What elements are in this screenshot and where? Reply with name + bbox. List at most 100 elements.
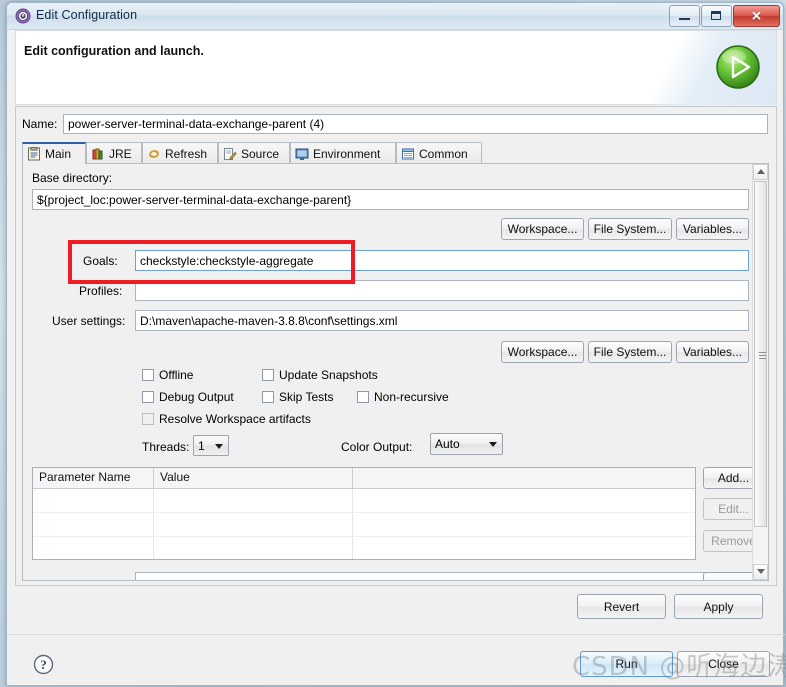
- checkbox-update-snapshots[interactable]: Update Snapshots: [262, 368, 378, 382]
- table-cell[interactable]: [33, 489, 154, 513]
- threads-label: Threads:: [142, 440, 190, 454]
- tab-common-label: Common: [419, 146, 468, 161]
- table-cell[interactable]: [353, 513, 695, 537]
- tab-environment[interactable]: Environment: [290, 142, 396, 164]
- clipped-next-field[interactable]: [135, 572, 749, 580]
- tab-jre-label: JRE: [109, 146, 132, 161]
- scrollbar-grip: [759, 358, 766, 359]
- name-label: Name:: [22, 117, 58, 131]
- tab-main[interactable]: Main: [22, 142, 86, 164]
- table-cell[interactable]: [154, 489, 353, 513]
- scroll-up-arrow-icon: [757, 169, 765, 174]
- minimize-button[interactable]: [669, 5, 700, 27]
- color-output-chevron-down-icon: [489, 442, 497, 447]
- resolve-workspace-artifacts-checkbox-box: [142, 413, 154, 425]
- goals-input[interactable]: checkstyle:checkstyle-aggregate: [135, 250, 749, 271]
- table-cell[interactable]: [33, 513, 154, 537]
- profiles-input[interactable]: [135, 280, 749, 301]
- window-controls: ✕: [668, 5, 780, 27]
- tab-common[interactable]: Common: [396, 142, 482, 164]
- close-window-button[interactable]: ✕: [733, 5, 780, 27]
- threads-combo[interactable]: 1: [193, 435, 229, 456]
- column-header-value[interactable]: Value: [154, 468, 353, 488]
- close-button[interactable]: Close: [677, 651, 770, 677]
- checkbox-resolve-workspace-artifacts[interactable]: Resolve Workspace artifacts: [142, 412, 311, 426]
- base-dir-variables-button[interactable]: Variables...: [676, 218, 749, 240]
- maximize-button[interactable]: [701, 5, 732, 27]
- tab-bar: Main JRE Refresh Source Environment Comm…: [22, 142, 769, 165]
- profiles-label: Profiles:: [79, 284, 123, 298]
- table-header-row: Parameter Name Value: [33, 468, 695, 489]
- column-header-parameter-name[interactable]: Parameter Name: [33, 468, 154, 488]
- user-settings-filesystem-button[interactable]: File System...: [588, 341, 672, 363]
- configuration-body: Name: power-server-terminal-data-exchang…: [15, 106, 777, 586]
- offline-checkbox-box: [142, 369, 154, 381]
- run-button[interactable]: Run: [580, 651, 673, 677]
- footer-separator: [7, 634, 785, 635]
- user-settings-label: User settings:: [52, 314, 126, 328]
- table-cell[interactable]: [33, 537, 154, 559]
- table-cell[interactable]: [154, 513, 353, 537]
- base-dir-workspace-button[interactable]: Workspace...: [501, 218, 584, 240]
- threads-combo-value: 1: [198, 438, 205, 453]
- scroll-up-button[interactable]: [753, 164, 768, 180]
- checkbox-skip-tests[interactable]: Skip Tests: [262, 390, 333, 404]
- maximize-icon: [711, 11, 721, 20]
- chevron-down-icon: [215, 443, 223, 449]
- tab-jre[interactable]: JRE: [86, 142, 142, 164]
- main-tab-scrollbar[interactable]: [752, 164, 768, 580]
- checkbox-non-recursive-label: Non-recursive: [374, 390, 449, 404]
- tab-source-label: Source: [241, 146, 280, 161]
- header-banner: Edit configuration and launch.: [15, 30, 777, 105]
- refresh-arrows-icon: [147, 147, 161, 161]
- base-directory-input[interactable]: ${project_loc:power-server-terminal-data…: [32, 189, 749, 210]
- help-question-icon[interactable]: ?: [33, 654, 54, 675]
- name-input[interactable]: power-server-terminal-data-exchange-pare…: [63, 114, 768, 134]
- non-recursive-checkbox-box: [357, 391, 369, 403]
- user-settings-workspace-button[interactable]: Workspace...: [501, 341, 584, 363]
- column-header-extra[interactable]: [353, 468, 695, 488]
- table-row[interactable]: [33, 513, 695, 537]
- checkbox-offline-label: Offline: [159, 368, 194, 382]
- tab-source[interactable]: Source: [218, 142, 290, 164]
- minimize-icon: [679, 18, 690, 20]
- scrollbar-grip: [759, 352, 766, 353]
- tab-refresh[interactable]: Refresh: [142, 142, 218, 164]
- debug-output-checkbox-box: [142, 391, 154, 403]
- window-title: Edit Configuration: [36, 8, 138, 22]
- table-cell[interactable]: [353, 489, 695, 513]
- checkbox-skip-tests-label: Skip Tests: [279, 390, 334, 404]
- color-output-combo[interactable]: Auto: [430, 433, 503, 455]
- table-row[interactable]: [33, 489, 695, 513]
- user-settings-variables-button[interactable]: Variables...: [676, 341, 749, 363]
- table-row[interactable]: [33, 537, 695, 559]
- tab-main-label: Main: [45, 147, 72, 161]
- checkbox-offline[interactable]: Offline: [142, 368, 193, 382]
- base-dir-filesystem-button[interactable]: File System...: [588, 218, 672, 240]
- apply-button[interactable]: Apply: [674, 594, 763, 619]
- tab-strip-filler: [482, 142, 769, 165]
- revert-button[interactable]: Revert: [577, 594, 666, 619]
- jre-books-icon: [91, 147, 105, 161]
- banner-title: Edit configuration and launch.: [24, 44, 204, 58]
- checkbox-update-snapshots-label: Update Snapshots: [279, 368, 378, 382]
- checkbox-debug-output[interactable]: Debug Output: [142, 390, 234, 404]
- tab-refresh-label: Refresh: [165, 146, 208, 161]
- scroll-down-button[interactable]: [753, 564, 768, 580]
- checkbox-debug-output-label: Debug Output: [159, 390, 234, 404]
- source-pencil-icon: [223, 147, 237, 161]
- svg-text:?: ?: [40, 657, 47, 672]
- base-directory-label: Base directory:: [32, 171, 113, 185]
- user-settings-input[interactable]: D:\maven\apache-maven-3.8.8\conf\setting…: [135, 310, 749, 331]
- window-titlebar[interactable]: Edit Configuration ✕: [7, 3, 783, 30]
- color-output-label: Color Output:: [341, 440, 413, 454]
- parameters-table[interactable]: Parameter Name Value: [32, 467, 696, 560]
- main-tab-panel: Base directory: ${project_loc:power-serv…: [22, 163, 769, 581]
- scroll-down-arrow-icon: [757, 569, 765, 574]
- checkbox-non-recursive[interactable]: Non-recursive: [357, 390, 449, 404]
- table-cell[interactable]: [154, 537, 353, 559]
- color-output-combo-value: Auto: [435, 437, 460, 451]
- edit-configuration-window: Edit Configuration ✕ Edit configuration …: [6, 2, 785, 686]
- table-cell[interactable]: [353, 537, 695, 559]
- scrollbar-thumb[interactable]: [754, 181, 767, 527]
